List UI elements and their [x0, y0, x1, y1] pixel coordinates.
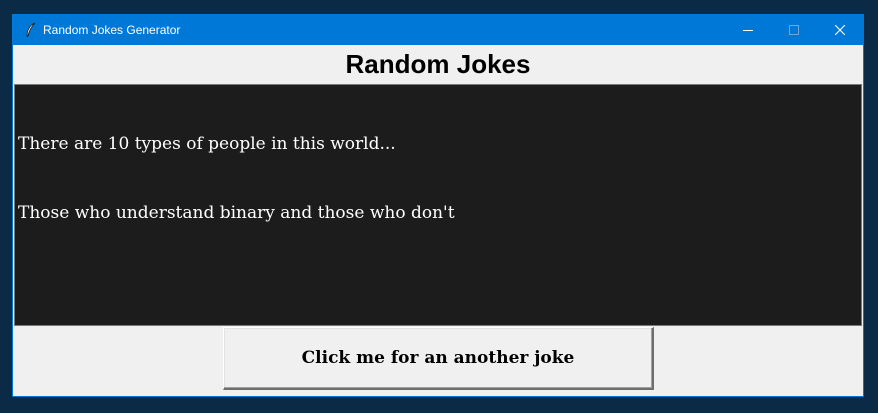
feather-icon: [24, 22, 38, 38]
maximize-icon: [789, 25, 799, 35]
joke-text-area[interactable]: There are 10 types of people in this wor…: [14, 84, 862, 326]
close-button[interactable]: [817, 15, 863, 45]
title-bar[interactable]: Random Jokes Generator: [13, 15, 863, 45]
window-title: Random Jokes Generator: [43, 23, 181, 37]
new-joke-button-label: Click me for an another joke: [301, 348, 575, 368]
new-joke-button[interactable]: Click me for an another joke: [223, 327, 654, 390]
page-title: Random Jokes: [345, 49, 531, 79]
joke-line-2: Those who understand binary and those wh…: [18, 203, 455, 223]
app-window: Random Jokes Generator Random Jokes Ther…: [12, 14, 864, 397]
minimize-button[interactable]: [725, 15, 771, 45]
close-icon: [835, 25, 845, 35]
joke-line-1: There are 10 types of people in this wor…: [18, 134, 396, 154]
maximize-button[interactable]: [771, 15, 817, 45]
minimize-icon: [743, 25, 753, 35]
